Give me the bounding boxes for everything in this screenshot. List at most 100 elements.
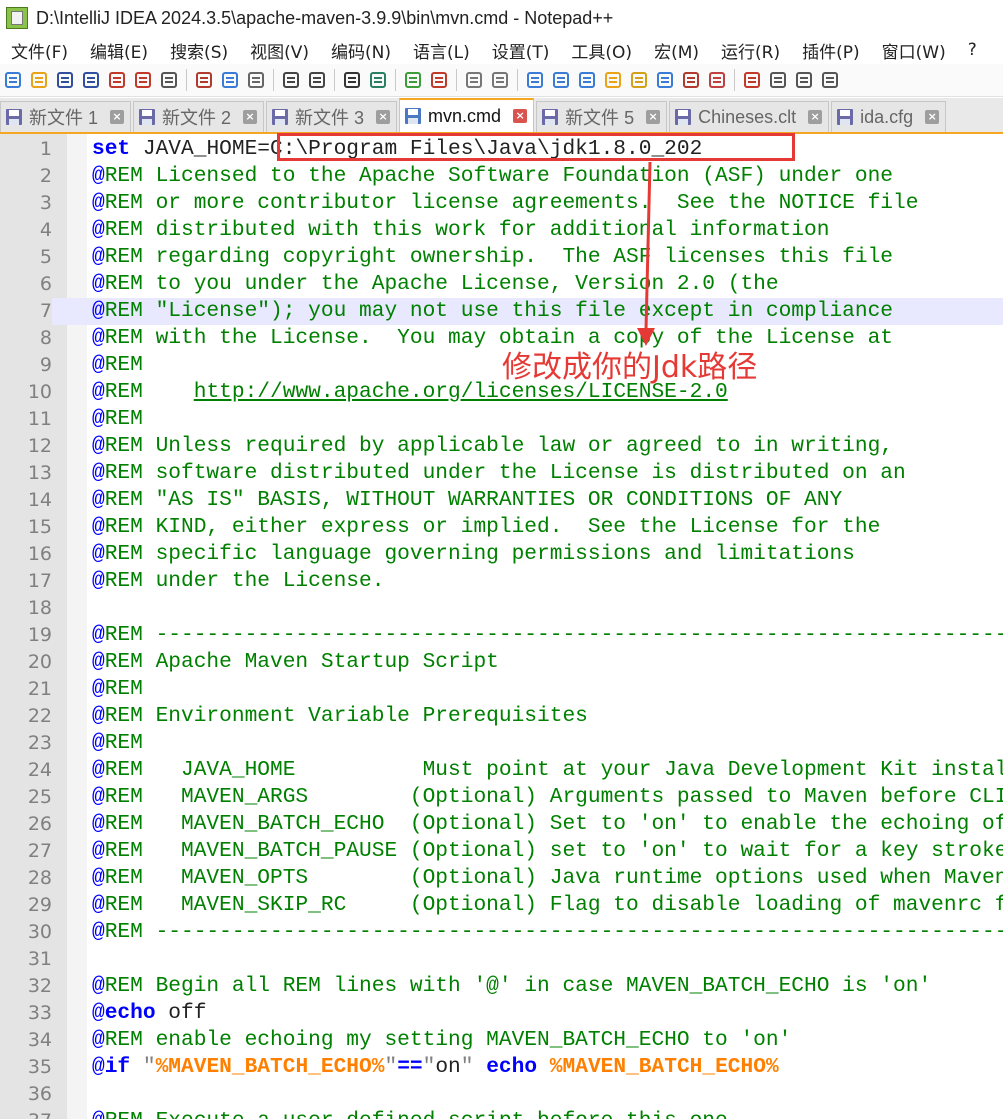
function-list-icon[interactable]	[654, 69, 676, 91]
save-all-icon[interactable]	[80, 69, 102, 91]
line-number: 7	[0, 298, 52, 325]
udl-icon[interactable]	[602, 69, 624, 91]
code-line[interactable]: 16 @REM specific language governing permi…	[0, 541, 1003, 568]
code-line[interactable]: 3 @REM or more contributor license agreem…	[0, 190, 1003, 217]
cut-icon[interactable]	[193, 69, 215, 91]
menu-item[interactable]: 插件(P)	[791, 38, 871, 63]
record-macro-icon[interactable]	[741, 69, 763, 91]
code-line[interactable]: 11 @REM	[0, 406, 1003, 433]
code-line[interactable]: 4 @REM distributed with this work for add…	[0, 217, 1003, 244]
code-editor[interactable]: 1 set JAVA_HOME=C:\Program Files\Java\jdk…	[0, 134, 1003, 1119]
close-tab-icon[interactable]: ×	[925, 110, 940, 124]
code-text: @REM to you under the Apache License, Ve…	[92, 271, 779, 298]
zoom-out-icon[interactable]	[428, 69, 450, 91]
menu-item[interactable]: ?	[957, 40, 988, 60]
code-line[interactable]: 26 @REM MAVEN_BATCH_ECHO (Optional) Set t…	[0, 811, 1003, 838]
folder-workspace-icon[interactable]	[680, 69, 702, 91]
code-line[interactable]: 5 @REM regarding copyright ownership. The…	[0, 244, 1003, 271]
redo-icon[interactable]	[306, 69, 328, 91]
token-rem: REM KIND, either express or implied. See…	[104, 515, 881, 539]
close-tab-icon[interactable]: ×	[513, 109, 528, 123]
play-macro-icon[interactable]	[793, 69, 815, 91]
code-text: @REM with the License. You may obtain a …	[92, 325, 893, 352]
code-line[interactable]: 18	[0, 595, 1003, 622]
code-line[interactable]: 23 @REM	[0, 730, 1003, 757]
token-rem: REM software distributed under the Licen…	[104, 461, 906, 485]
code-line[interactable]: 7 @REM "License"); you may not use this f…	[0, 298, 1003, 325]
code-line[interactable]: 34 @REM enable echoing my setting MAVEN_B…	[0, 1027, 1003, 1054]
menu-item[interactable]: 文件(F)	[0, 38, 79, 63]
sync-vertical-icon[interactable]	[463, 69, 485, 91]
menu-item[interactable]: 视图(V)	[239, 38, 320, 63]
close-tab-icon[interactable]: ×	[646, 110, 661, 124]
find-icon[interactable]	[341, 69, 363, 91]
code-line[interactable]: 37 @REM Execute a user defined script bef…	[0, 1108, 1003, 1119]
code-line[interactable]: 25 @REM MAVEN_ARGS (Optional) Arguments p…	[0, 784, 1003, 811]
close-tab-icon[interactable]: ×	[110, 110, 125, 124]
show-all-chars-icon[interactable]	[550, 69, 572, 91]
undo-icon[interactable]	[280, 69, 302, 91]
highlight-box	[277, 133, 795, 161]
code-line[interactable]: 15 @REM KIND, either express or implied. …	[0, 514, 1003, 541]
code-line[interactable]: 14 @REM "AS IS" BASIS, WITHOUT WARRANTIES…	[0, 487, 1003, 514]
code-line[interactable]: 2 @REM Licensed to the Apache Software Fo…	[0, 163, 1003, 190]
menu-item[interactable]: 设置(T)	[481, 38, 561, 63]
word-wrap-icon[interactable]	[524, 69, 546, 91]
close-tab-icon[interactable]: ×	[243, 110, 258, 124]
tab-7[interactable]: ida.cfg ×	[831, 101, 947, 132]
close-tab-icon[interactable]: ×	[376, 110, 391, 124]
code-line[interactable]: 20 @REM Apache Maven Startup Script	[0, 649, 1003, 676]
menu-item[interactable]: 工具(O)	[560, 38, 643, 63]
tab-3[interactable]: 新文件 3 ×	[266, 101, 398, 132]
menu-item[interactable]: 窗口(W)	[871, 38, 957, 63]
code-line[interactable]: 19 @REM ---------------------------------…	[0, 622, 1003, 649]
tab-5[interactable]: 新文件 5 ×	[536, 101, 668, 132]
code-line[interactable]: 12 @REM Unless required by applicable law…	[0, 433, 1003, 460]
close-all-icon[interactable]	[132, 69, 154, 91]
tab-1[interactable]: 新文件 1 ×	[0, 101, 132, 132]
code-line[interactable]: 31	[0, 946, 1003, 973]
code-line[interactable]: 21 @REM	[0, 676, 1003, 703]
paste-icon[interactable]	[245, 69, 267, 91]
close-tab-icon[interactable]: ×	[808, 110, 823, 124]
code-line[interactable]: 35 @if "%MAVEN_BATCH_ECHO%"=="on" echo %M…	[0, 1054, 1003, 1081]
new-file-icon[interactable]	[2, 69, 24, 91]
code-line[interactable]: 28 @REM MAVEN_OPTS (Optional) Java runtim…	[0, 865, 1003, 892]
doc-map-icon[interactable]	[628, 69, 650, 91]
tab-2[interactable]: 新文件 2 ×	[133, 101, 265, 132]
tab-4[interactable]: mvn.cmd ×	[399, 98, 535, 132]
code-line[interactable]: 24 @REM JAVA_HOME Must point at your Java…	[0, 757, 1003, 784]
code-line[interactable]: 22 @REM Environment Variable Prerequisite…	[0, 703, 1003, 730]
menu-item[interactable]: 语言(L)	[402, 38, 481, 63]
code-line[interactable]: 13 @REM software distributed under the Li…	[0, 460, 1003, 487]
stop-macro-icon[interactable]	[767, 69, 789, 91]
code-line[interactable]: 27 @REM MAVEN_BATCH_PAUSE (Optional) set …	[0, 838, 1003, 865]
tab-6[interactable]: Chineses.clt ×	[669, 101, 830, 132]
line-number: 35	[27, 1056, 52, 1078]
code-line[interactable]: 17 @REM under the License.	[0, 568, 1003, 595]
code-line[interactable]: 36	[0, 1081, 1003, 1108]
menu-item[interactable]: 编码(N)	[320, 38, 402, 63]
code-line[interactable]: 32 @REM Begin all REM lines with '@' in c…	[0, 973, 1003, 1000]
menu-item[interactable]: 宏(M)	[643, 38, 710, 63]
code-line[interactable]: 29 @REM MAVEN_SKIP_RC (Optional) Flag to …	[0, 892, 1003, 919]
print-icon[interactable]	[158, 69, 180, 91]
monitoring-icon[interactable]	[706, 69, 728, 91]
code-line[interactable]: 33 @echo off	[0, 1000, 1003, 1027]
menu-item[interactable]: 运行(R)	[710, 38, 791, 63]
zoom-in-icon[interactable]	[402, 69, 424, 91]
indent-guide-icon[interactable]	[576, 69, 598, 91]
menu-item[interactable]: 编辑(E)	[79, 38, 159, 63]
open-file-icon[interactable]	[28, 69, 50, 91]
sync-horizontal-icon[interactable]	[489, 69, 511, 91]
line-number: 1	[39, 138, 52, 160]
save-icon[interactable]	[54, 69, 76, 91]
run-macro-icon[interactable]	[819, 69, 841, 91]
replace-icon[interactable]	[367, 69, 389, 91]
copy-icon[interactable]	[219, 69, 241, 91]
close-icon[interactable]	[106, 69, 128, 91]
token-at: @	[92, 839, 105, 863]
code-line[interactable]: 6 @REM to you under the Apache License, V…	[0, 271, 1003, 298]
code-line[interactable]: 30 @REM ---------------------------------…	[0, 919, 1003, 946]
menu-item[interactable]: 搜索(S)	[159, 38, 239, 63]
